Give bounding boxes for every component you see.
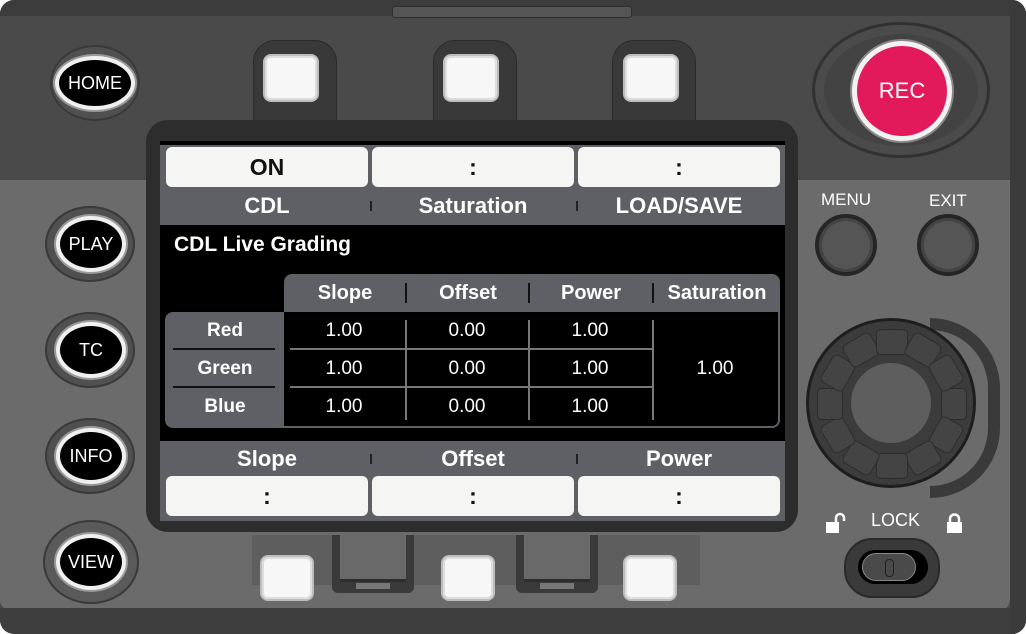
top-softkey-2[interactable] xyxy=(445,56,497,100)
cell-blue-slope: 1.00 xyxy=(325,396,363,417)
bkey-value-text: : xyxy=(469,482,477,509)
dial-grip-notch xyxy=(817,388,843,420)
cell-green-slope: 1.00 xyxy=(325,358,363,379)
rec-button[interactable]: REC xyxy=(852,41,952,141)
bkey-power-label: Power xyxy=(645,446,713,471)
bottom-softkey-1[interactable] xyxy=(262,557,312,599)
dial-center xyxy=(851,363,931,443)
lock-switch[interactable] xyxy=(844,538,940,598)
col-header-saturation: Saturation xyxy=(667,281,767,304)
header-separator xyxy=(528,283,530,303)
lock-label: LOCK xyxy=(871,510,921,530)
bkey-slope-label: Slope xyxy=(237,446,297,471)
col-header-power: Power xyxy=(560,281,622,304)
unlock-icon xyxy=(826,512,846,533)
tc-button[interactable]: TC xyxy=(56,322,126,378)
bkey-value-text: : xyxy=(263,482,271,509)
row-header-divider xyxy=(173,348,275,350)
col-header-slope: Slope xyxy=(317,281,373,304)
bkey-value-text: : xyxy=(675,482,683,509)
bottom-notch-2 xyxy=(516,535,598,593)
top-softkey-3[interactable] xyxy=(625,56,677,100)
fkey-saturation-label: Saturation xyxy=(418,193,528,218)
camera-control-panel: ON : : CDL Saturation LOAD/SAVE CDL Live… xyxy=(0,0,1026,634)
bottom-notch-1 xyxy=(332,535,414,593)
view-button[interactable]: VIEW xyxy=(56,534,126,590)
bkey-offset-value[interactable]: : xyxy=(372,476,574,516)
exit-button[interactable] xyxy=(917,214,979,276)
lock-switch-track xyxy=(858,550,928,584)
row-header-divider xyxy=(173,386,275,388)
cell-blue-offset: 0.00 xyxy=(448,396,486,417)
bkey-slope-value[interactable]: : xyxy=(166,476,368,516)
lock-icon xyxy=(947,513,962,533)
top-vent-slot xyxy=(392,6,632,18)
info-button[interactable]: INFO xyxy=(56,428,126,484)
col-header-offset: Offset xyxy=(439,281,497,304)
header-separator xyxy=(405,283,407,303)
cell-green-offset: 0.00 xyxy=(448,358,486,379)
page-title: CDL Live Grading xyxy=(174,233,351,256)
cell-red-power: 1.00 xyxy=(571,320,609,341)
bottom-softkey-2[interactable] xyxy=(443,557,493,599)
menu-label: MENU xyxy=(821,190,872,209)
top-softkey-1[interactable] xyxy=(265,56,317,100)
fkey-loadsave-label: LOAD/SAVE xyxy=(615,193,743,218)
lcd-screen: ON : : CDL Saturation LOAD/SAVE CDL Live… xyxy=(160,141,785,521)
panel-right-edge xyxy=(1010,0,1026,634)
menu-button[interactable] xyxy=(815,214,877,276)
bkey-separator xyxy=(370,454,372,464)
home-button[interactable]: HOME xyxy=(55,56,135,110)
fkey-cdl-label: CDL xyxy=(244,193,290,218)
cell-red-offset: 0.00 xyxy=(448,320,486,341)
lock-switch-knob xyxy=(862,553,916,581)
bottom-softkey-3[interactable] xyxy=(625,557,675,599)
panel-bottom-edge xyxy=(0,608,1026,634)
fkey-saturation-value[interactable]: : xyxy=(372,147,574,187)
header-separator xyxy=(652,283,654,303)
jog-dial[interactable] xyxy=(806,318,976,488)
cell-green-power: 1.00 xyxy=(571,358,609,379)
cell-blue-power: 1.00 xyxy=(571,396,609,417)
row-header-green: Green xyxy=(197,358,253,379)
cell-red-slope: 1.00 xyxy=(325,320,363,341)
fkey-separator xyxy=(576,201,578,211)
bkey-power-value[interactable]: : xyxy=(578,476,780,516)
cell-saturation: 1.00 xyxy=(696,358,734,379)
fkey-value-text: : xyxy=(675,153,683,180)
bkey-offset-label: Offset xyxy=(441,446,505,471)
fkey-loadsave-value[interactable]: : xyxy=(578,147,780,187)
row-header-blue: Blue xyxy=(204,396,246,417)
fkey-separator xyxy=(370,201,372,211)
fkey-cdl-value[interactable]: ON xyxy=(166,147,368,187)
fkey-value-text: : xyxy=(469,153,477,180)
fkey-value-text: ON xyxy=(249,153,285,180)
exit-label: EXIT xyxy=(929,191,967,210)
row-header-red: Red xyxy=(207,320,243,341)
play-button[interactable]: PLAY xyxy=(56,216,126,272)
dial-grip-notch xyxy=(876,453,908,479)
bkey-separator xyxy=(576,454,578,464)
